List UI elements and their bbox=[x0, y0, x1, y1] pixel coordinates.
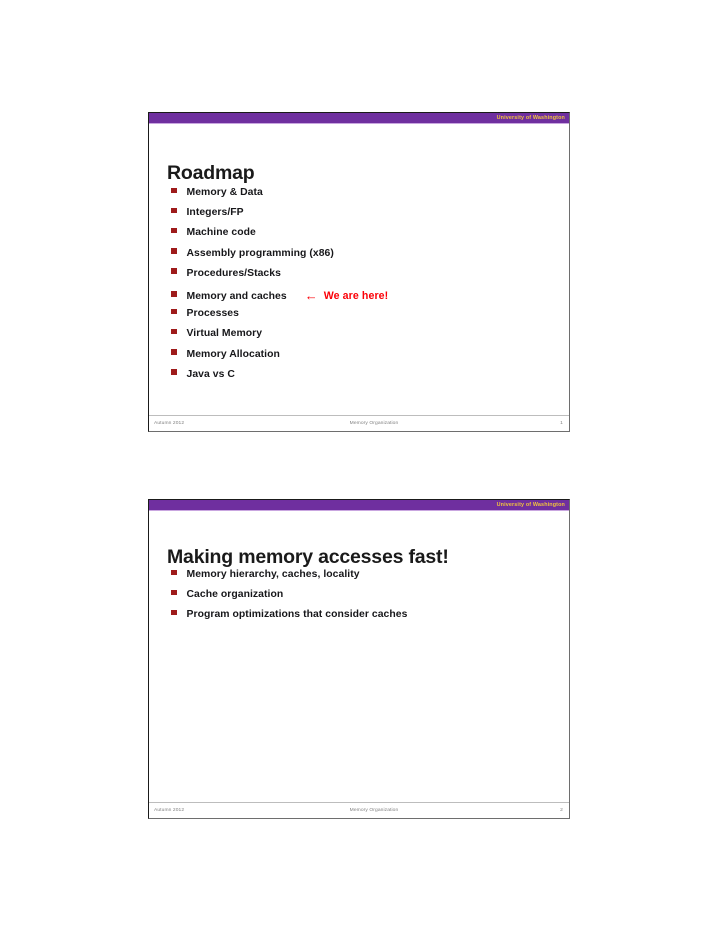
square-bullet-icon bbox=[171, 569, 177, 575]
list-item: Procedures/Stacks bbox=[171, 268, 388, 288]
list-item: Program optimizations that consider cach… bbox=[171, 609, 407, 629]
footer-topic-label: Memory Organization bbox=[349, 808, 399, 813]
list-item-label: Processes bbox=[186, 308, 239, 320]
footer-slide-number: 1 bbox=[560, 421, 563, 426]
list-item-label: Memory & Data bbox=[186, 187, 263, 198]
square-bullet-icon bbox=[171, 227, 177, 234]
square-bullet-icon bbox=[171, 268, 177, 274]
slide-banner: University of Washington bbox=[149, 500, 569, 511]
list-item-label: Assembly programming (x86) bbox=[186, 247, 334, 259]
square-bullet-icon bbox=[171, 308, 177, 315]
square-bullet-icon bbox=[171, 291, 177, 297]
we-are-here-callout: ← We are here! bbox=[305, 288, 389, 302]
square-bullet-icon bbox=[171, 248, 177, 254]
list-item-label: Memory hierarchy, caches, locality bbox=[186, 569, 360, 580]
square-bullet-icon bbox=[171, 349, 177, 355]
list-item-label: Cache organization bbox=[186, 589, 284, 601]
square-bullet-icon bbox=[171, 369, 177, 375]
we-are-here-label: We are here! bbox=[323, 289, 389, 302]
list-item-label: Program optimizations that consider cach… bbox=[186, 609, 408, 621]
list-item-label: Java vs C bbox=[186, 368, 235, 380]
list-item: Java vs C bbox=[171, 369, 388, 389]
handout-page: University of Washington Roadmap Memory … bbox=[0, 0, 720, 932]
left-arrow-icon: ← bbox=[304, 287, 318, 303]
list-item: Cache organization bbox=[171, 589, 407, 609]
slide-body: Making memory accesses fast! Memory hier… bbox=[149, 511, 569, 818]
slide-body: Roadmap Memory & Data Integers/FP Machin… bbox=[149, 124, 569, 431]
list-item: Assembly programming (x86) bbox=[171, 248, 388, 268]
slide-making-memory-accesses-fast: University of Washington Making memory a… bbox=[148, 499, 570, 819]
roadmap-bullet-list: Memory & Data Integers/FP Machine code A… bbox=[171, 187, 388, 389]
list-item: Virtual Memory bbox=[171, 328, 388, 348]
agenda-bullet-list: Memory hierarchy, caches, locality Cache… bbox=[171, 569, 407, 630]
list-item: Machine code bbox=[171, 227, 388, 247]
list-item-label: Machine code bbox=[186, 227, 256, 239]
slide-roadmap: University of Washington Roadmap Memory … bbox=[148, 112, 570, 432]
list-item: Memory Allocation bbox=[171, 349, 388, 369]
banner-institution-label: University of Washington bbox=[496, 115, 565, 121]
slide-banner: University of Washington bbox=[149, 113, 569, 124]
square-bullet-icon bbox=[171, 187, 177, 193]
list-item-label: Procedures/Stacks bbox=[186, 267, 281, 279]
square-bullet-icon bbox=[171, 328, 177, 335]
list-item: Memory & Data bbox=[171, 187, 388, 207]
list-item-current: Memory and caches ← We are here! bbox=[171, 288, 388, 308]
footer-slide-number: 2 bbox=[560, 808, 563, 813]
slide-footer: Autumn 2012 Memory Organization 1 bbox=[149, 415, 569, 431]
list-item-label: Memory and caches bbox=[186, 290, 287, 302]
banner-institution-label: University of Washington bbox=[496, 502, 565, 508]
slide-footer: Autumn 2012 Memory Organization 2 bbox=[149, 802, 569, 818]
page-title: Roadmap bbox=[167, 162, 255, 185]
square-bullet-icon bbox=[171, 609, 177, 616]
page-title: Making memory accesses fast! bbox=[167, 546, 449, 569]
list-item: Integers/FP bbox=[171, 207, 388, 227]
list-item: Processes bbox=[171, 308, 388, 328]
square-bullet-icon bbox=[171, 589, 177, 596]
list-item-label: Integers/FP bbox=[186, 207, 244, 219]
square-bullet-icon bbox=[171, 207, 177, 214]
list-item-label: Memory Allocation bbox=[186, 348, 280, 360]
footer-topic-label: Memory Organization bbox=[349, 421, 399, 426]
list-item-label: Virtual Memory bbox=[186, 328, 263, 340]
list-item: Memory hierarchy, caches, locality bbox=[171, 569, 407, 589]
